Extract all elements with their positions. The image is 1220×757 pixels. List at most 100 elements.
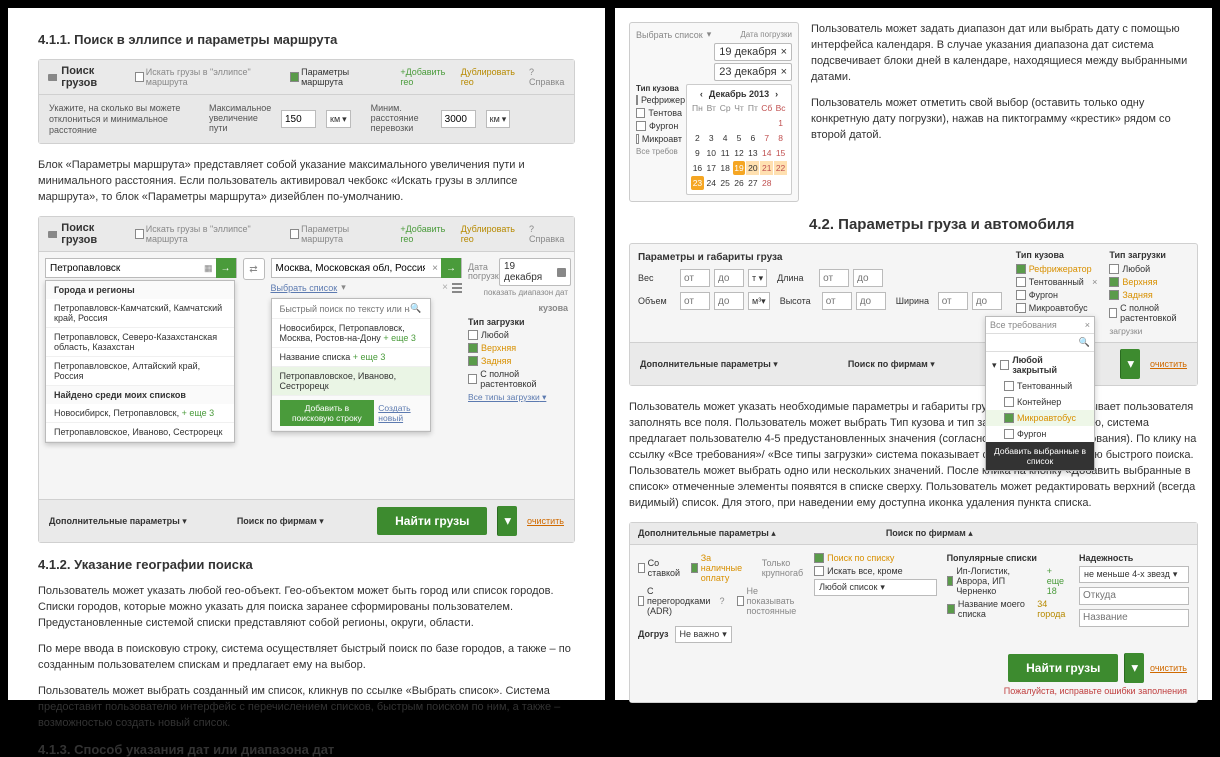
tree-item[interactable]: Тентованный: [986, 378, 1094, 394]
dd-item-sel[interactable]: Петропавловское, Иваново, Сестрорецк: [272, 367, 430, 396]
swap-button[interactable]: ⇄: [243, 258, 265, 280]
cb-except[interactable]: Искать все, кроме: [827, 566, 903, 576]
add-to-search-btn[interactable]: Добавить в поисковую строку: [280, 400, 375, 426]
cb-full[interactable]: С полной растентовкой: [480, 369, 568, 389]
dd-item[interactable]: Петропавловское, Алтайский край, Россия: [46, 357, 234, 386]
tree-item[interactable]: Фургон: [986, 426, 1094, 442]
prev-month[interactable]: ‹: [700, 89, 703, 99]
cb-refr[interactable]: Рефрижератор: [1029, 264, 1092, 274]
reliability-select[interactable]: не меньше 4-х звезд ▾: [1079, 566, 1189, 583]
vol-from[interactable]: [680, 292, 710, 310]
date1[interactable]: 19 декабря×: [714, 43, 792, 61]
to-go-btn[interactable]: →: [441, 258, 461, 278]
find-cargo-dd[interactable]: ▾: [1124, 653, 1144, 683]
dd-item[interactable]: Петропавловск-Камчатский, Камчатский кра…: [46, 299, 234, 328]
extra-hdr[interactable]: Дополнительные параметры ▴: [638, 528, 776, 539]
find-cargo-dd[interactable]: ▾: [497, 506, 517, 536]
close-icon[interactable]: ×: [1085, 320, 1090, 330]
tab-ellipse-2[interactable]: Искать грузы в "эллипсе" маршрута: [131, 223, 278, 245]
from-go-btn[interactable]: →: [216, 258, 236, 278]
add-selected-btn[interactable]: Добавить выбранные в список: [986, 442, 1094, 470]
to-search[interactable]: × →: [271, 258, 463, 278]
create-new-link[interactable]: Создать новый: [378, 403, 421, 423]
cb-side[interactable]: Задняя: [481, 356, 511, 366]
close-icon[interactable]: ×: [781, 46, 787, 58]
dup-geo-link[interactable]: Дублировать гео: [461, 67, 521, 87]
h-to[interactable]: [856, 292, 886, 310]
len-to[interactable]: [853, 269, 883, 287]
dup-geo-2[interactable]: Дублировать гео: [461, 224, 521, 244]
cb-micro[interactable]: Микроавтобус: [1029, 303, 1088, 313]
dd-search[interactable]: 🔍: [272, 299, 430, 319]
dd-item[interactable]: Петропавловское, Иваново, Сестрорецк: [46, 423, 234, 442]
cb-back[interactable]: Верхняя: [481, 343, 516, 353]
list-dd-icon[interactable]: ▦: [201, 263, 216, 274]
tree-group[interactable]: ▾ Любой закрытый: [986, 352, 1094, 378]
tab-route-2[interactable]: Параметры маршрута: [286, 223, 384, 245]
cb-oversize[interactable]: Только крупногаб: [762, 558, 804, 578]
from-search[interactable]: ▦ →: [45, 258, 237, 278]
weight-to[interactable]: [714, 269, 744, 287]
tree-item-sel[interactable]: Микроавтобус: [986, 410, 1094, 426]
date-input[interactable]: 19 декабря: [499, 258, 571, 286]
min-dist-input[interactable]: [441, 110, 476, 128]
cb-tent[interactable]: Тентованный: [1029, 277, 1084, 287]
cb[interactable]: Тентова: [648, 108, 682, 118]
tab-route[interactable]: Параметры маршрута: [286, 66, 384, 88]
vol-to[interactable]: [714, 292, 744, 310]
cb-top[interactable]: Верхняя: [1122, 277, 1157, 287]
cb[interactable]: Фургон: [649, 121, 678, 131]
find-cargo-button[interactable]: Найти грузы: [1008, 654, 1118, 682]
len-from[interactable]: [819, 269, 849, 287]
add-geo-2[interactable]: +Добавить гео: [400, 224, 452, 244]
close-icon[interactable]: ×: [781, 66, 787, 78]
tab-ellipse[interactable]: Искать грузы в "эллипсе" маршрута: [131, 66, 278, 88]
find-cargo-button[interactable]: Найти грузы: [377, 507, 487, 535]
cb-full[interactable]: С полной растентовкой: [1120, 303, 1191, 323]
all-req[interactable]: Все требов: [636, 147, 682, 156]
cb-any[interactable]: Любой: [1122, 264, 1150, 274]
pop1[interactable]: Ип-Логистик, Аврора, ИП Черненко: [956, 566, 1043, 596]
help-link[interactable]: ? Справка: [529, 67, 566, 87]
dd-item[interactable]: Название списка + еще 3: [272, 348, 430, 367]
find-dd[interactable]: ▾: [1120, 349, 1140, 379]
extra-params[interactable]: Дополнительные параметры ▾: [640, 359, 778, 370]
close-icon[interactable]: ×: [442, 282, 448, 293]
w-to[interactable]: [972, 292, 1002, 310]
search-by-firm[interactable]: Поиск по фирмам ▾: [237, 516, 324, 527]
to-input[interactable]: [272, 263, 430, 274]
unit-km[interactable]: км ▾: [326, 110, 351, 128]
list-icon[interactable]: [452, 283, 462, 293]
pick-list[interactable]: Выбрать список: [636, 30, 703, 40]
weight-from[interactable]: [680, 269, 710, 287]
pick-list-link[interactable]: Выбрать список: [271, 283, 338, 293]
byfirm-hdr[interactable]: Поиск по фирмам ▴: [886, 528, 973, 539]
clear-link[interactable]: очистить: [1150, 663, 1187, 673]
close-icon[interactable]: ×: [429, 263, 441, 274]
cb[interactable]: Микроавт: [642, 134, 682, 144]
anylist-select[interactable]: Любой список ▾: [814, 579, 936, 596]
close-icon[interactable]: ×: [1092, 277, 1097, 287]
cb-adr[interactable]: С перегородками (ADR): [647, 586, 710, 616]
search-by-firm[interactable]: Поиск по фирмам ▾: [848, 359, 935, 370]
cb-noshow[interactable]: Не показывать постоянные: [747, 586, 805, 616]
cb-any[interactable]: Любой: [481, 330, 509, 340]
calendar[interactable]: ‹ Декабрь 2013 › ПнВтСрЧтПтСбВс 1 234567…: [686, 84, 792, 195]
cb[interactable]: Рефрижер: [641, 95, 685, 105]
add-geo-link[interactable]: +Добавить гео: [400, 67, 452, 87]
next-month[interactable]: ›: [775, 89, 778, 99]
extra-params[interactable]: Дополнительные параметры ▾: [49, 516, 187, 527]
dozagruz-select[interactable]: Не важно ▾: [675, 626, 732, 643]
dd-item[interactable]: Новосибирск, Петропавловск, Москва, Рост…: [272, 319, 430, 348]
clear-link[interactable]: очистить: [527, 516, 564, 526]
req-search[interactable]: Все требования×: [986, 317, 1094, 334]
clear[interactable]: очистить: [1150, 359, 1187, 369]
unit-km-2[interactable]: км ▾: [486, 110, 511, 128]
from-input[interactable]: [46, 263, 201, 274]
wherefrom-input[interactable]: [1079, 587, 1189, 605]
date-range-link[interactable]: показать диапазон дат: [468, 288, 568, 297]
all-types-link[interactable]: Все типы загрузки ▾: [468, 392, 568, 403]
date2[interactable]: 23 декабря×: [714, 63, 792, 81]
max-path-input[interactable]: [281, 110, 316, 128]
h-from[interactable]: [822, 292, 852, 310]
